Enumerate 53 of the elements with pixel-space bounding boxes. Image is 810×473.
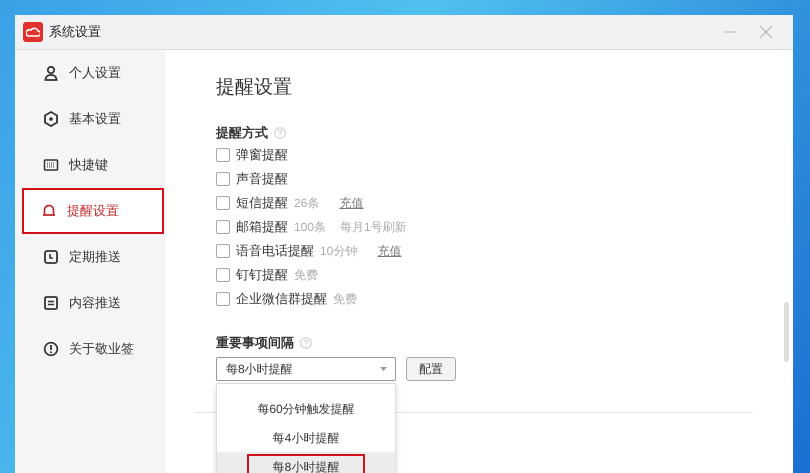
option-label[interactable]: 短信提醒 <box>236 192 288 212</box>
app-logo-icon <box>23 22 43 42</box>
checkbox[interactable] <box>216 220 230 234</box>
option-note: 10分钟 <box>320 242 358 260</box>
section-heading: 提醒方式 <box>216 124 268 142</box>
dropdown-option[interactable]: 每8小时提醒 <box>217 452 395 473</box>
option-label[interactable]: 声音提醒 <box>236 168 288 188</box>
person-icon <box>43 65 59 81</box>
sidebar-item[interactable]: 定期推送 <box>15 234 165 280</box>
document-icon <box>43 295 59 311</box>
checkbox[interactable] <box>216 268 230 282</box>
dropdown-value: 每8小时提醒 <box>226 360 293 378</box>
option-note: 免费 <box>333 290 357 308</box>
bell-icon <box>41 203 57 219</box>
info-icon <box>43 341 59 357</box>
recharge-link[interactable]: 充值 <box>339 194 364 212</box>
checkbox[interactable] <box>216 148 230 162</box>
help-icon[interactable] <box>274 126 286 138</box>
sidebar-item[interactable]: 基本设置 <box>15 96 165 142</box>
option-note: 26条 <box>294 194 320 212</box>
caret-icon <box>380 366 387 370</box>
dropdown-option[interactable]: 每60分钟触发提醒 <box>217 394 395 423</box>
checkbox[interactable] <box>216 244 230 258</box>
sidebar-item[interactable]: 个人设置 <box>15 50 165 96</box>
hexagon-icon <box>43 111 59 127</box>
option-note: 100条 <box>294 218 326 236</box>
page-title: 提醒设置 <box>216 76 293 100</box>
checkbox[interactable] <box>216 172 230 186</box>
keyboard-icon <box>43 157 59 173</box>
configure-button[interactable]: 配置 <box>406 356 456 380</box>
sidebar-item[interactable]: 快捷键 <box>15 142 165 188</box>
checkbox[interactable] <box>216 196 230 210</box>
option-label[interactable]: 企业微信群提醒 <box>236 288 327 308</box>
sidebar-item[interactable]: 提醒设置 <box>22 188 164 234</box>
recharge-link[interactable]: 充值 <box>377 242 402 260</box>
option-label[interactable]: 弹窗提醒 <box>236 144 288 164</box>
dropdown-option[interactable]: 每4小时提醒 <box>217 423 395 452</box>
option-note: 免费 <box>294 266 318 284</box>
option-label[interactable]: 钉钉提醒 <box>236 264 288 284</box>
option-note: 每月1号刷新 <box>340 218 407 236</box>
help-icon[interactable] <box>300 336 312 348</box>
close-icon[interactable] <box>759 25 773 39</box>
window-title: 系统设置 <box>49 23 101 42</box>
checkbox[interactable] <box>216 292 230 306</box>
scrollbar[interactable] <box>784 302 789 362</box>
sidebar-item[interactable]: 内容推送 <box>15 280 165 326</box>
option-label[interactable]: 语音电话提醒 <box>236 240 314 260</box>
interval-dropdown[interactable]: 每8小时提醒 <box>216 356 396 380</box>
option-label[interactable]: 邮箱提醒 <box>236 216 288 236</box>
minimize-icon[interactable] <box>723 31 737 33</box>
sidebar-item[interactable]: 关于敬业签 <box>15 326 165 372</box>
clock-icon <box>43 249 59 265</box>
section-heading: 重要事项间隔 <box>216 334 294 352</box>
